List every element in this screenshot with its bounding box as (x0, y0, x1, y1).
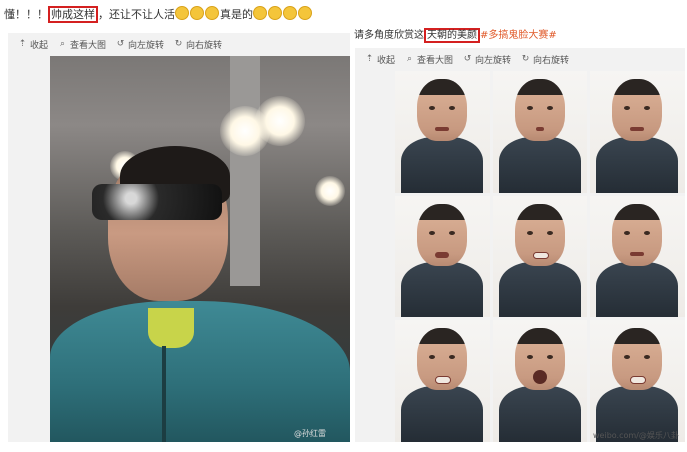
caption-suffix: 真是的 (220, 8, 253, 21)
collapse-label: 收起 (30, 40, 49, 51)
view-large-label: 查看大图 (70, 40, 107, 51)
face-cell (590, 195, 685, 318)
rotate-right-label: 向右旋转 (186, 40, 223, 51)
rotate-left-label: 向左旋转 (128, 40, 165, 51)
right-image-panel: ⇡ 收起 ⌕ 查看大图 ↺ 向左旋转 ↻ 向右旋转 weibo.com/@娱乐八… (355, 48, 685, 442)
ceiling-light (315, 176, 345, 206)
caption-middle: ，还让不让人活 (98, 8, 175, 21)
zipper (162, 346, 166, 442)
emoji-icon (253, 6, 267, 20)
emoji-icon (268, 6, 282, 20)
pillar (230, 56, 260, 286)
rotate-right-icon: ↻ (521, 53, 530, 64)
rotate-left-button[interactable]: ↺ 向左旋转 (463, 53, 511, 66)
jacket (50, 301, 350, 442)
face-cell (492, 71, 588, 193)
rotate-left-button[interactable]: ↺ 向左旋转 (116, 38, 164, 51)
view-large-button[interactable]: ⌕ 查看大图 (405, 53, 453, 66)
credit-site: weibo.com/ (593, 431, 639, 440)
watermark: @孙红雷 (294, 429, 326, 438)
face-cell (590, 71, 685, 193)
magnifier-icon: ⌕ (59, 38, 66, 49)
rotate-right-button[interactable]: ↻ 向右旋转 (174, 38, 222, 51)
selfie-photo[interactable]: @孙红雷 (50, 56, 350, 442)
view-large-label: 查看大图 (417, 55, 454, 66)
face-cell (395, 195, 490, 318)
caption-prefix: 请多角度欣赏这 (354, 30, 424, 41)
left-caption: 懂！！！ 帅成这样 ，还让不让人活 真是的 (4, 6, 313, 23)
collapse-arrow-icon: ⇡ (365, 53, 374, 64)
rotate-left-icon: ↺ (463, 53, 472, 64)
right-caption: 请多角度欣赏这 天朝的美颜 #多搞鬼脸大赛# (354, 28, 557, 43)
emoji-icon (298, 6, 312, 20)
face-cell (492, 195, 588, 318)
collar (148, 308, 194, 348)
emoji-icon (175, 6, 189, 20)
collapse-button[interactable]: ⇡ 收起 (365, 53, 395, 66)
ceiling-light (255, 96, 305, 146)
caption-highlight: 帅成这样 (48, 6, 98, 23)
rotate-right-button[interactable]: ↻ 向右旋转 (521, 53, 569, 66)
face-cell (395, 71, 490, 193)
collapse-arrow-icon: ⇡ (18, 38, 27, 49)
emoji-icon (190, 6, 204, 20)
view-large-button[interactable]: ⌕ 查看大图 (58, 38, 106, 51)
face-cell (492, 320, 588, 442)
caption-prefix: 懂！！！ (4, 8, 48, 21)
emoji-icon (205, 6, 219, 20)
magnifier-icon: ⌕ (406, 53, 413, 64)
caption-highlight: 天朝的美颜 (424, 28, 480, 43)
rotate-left-icon: ↺ (116, 38, 125, 49)
image-toolbar: ⇡ 收起 ⌕ 查看大图 ↺ 向左旋转 ↻ 向右旋转 (8, 33, 222, 55)
collapse-button[interactable]: ⇡ 收起 (18, 38, 48, 51)
credit-user: @娱乐八卦 (638, 431, 679, 440)
hashtag-link[interactable]: #多搞鬼脸大赛# (480, 30, 557, 41)
face-grid-photo[interactable] (395, 71, 685, 442)
image-toolbar: ⇡ 收起 ⌕ 查看大图 ↺ 向左旋转 ↻ 向右旋转 (355, 48, 569, 70)
rotate-right-icon: ↻ (174, 38, 183, 49)
left-image-panel: ⇡ 收起 ⌕ 查看大图 ↺ 向左旋转 ↻ 向右旋转 @孙红雷 (8, 33, 350, 442)
sunglasses (92, 184, 222, 220)
emoji-icon (283, 6, 297, 20)
face-cell (395, 320, 490, 442)
rotate-right-label: 向右旋转 (533, 55, 570, 66)
collapse-label: 收起 (377, 55, 396, 66)
photo-credit: weibo.com/@娱乐八卦 (593, 430, 679, 441)
rotate-left-label: 向左旋转 (475, 55, 512, 66)
face-cell (590, 320, 685, 442)
